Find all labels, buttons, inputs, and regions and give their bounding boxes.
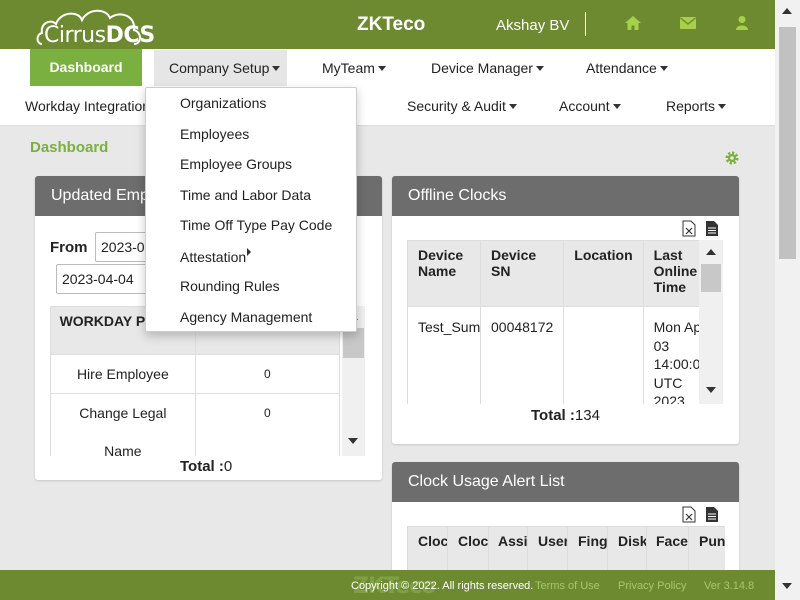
dropdown-item-rounding-rules[interactable]: Rounding Rules [180, 278, 280, 294]
nav-account[interactable]: Account [559, 98, 621, 114]
dropdown-item-time-labor-data[interactable]: Time and Labor Data [180, 187, 311, 203]
total-label: Total : [180, 458, 224, 475]
table-header-device-sn: Device SN [479, 240, 565, 307]
caret-down-icon [659, 66, 668, 71]
dropdown-item-agency-management[interactable]: Agency Management [180, 309, 312, 325]
total-label: Total : [531, 407, 575, 424]
page-scroll-thumb[interactable] [779, 27, 796, 259]
nav-device-manager-label: Device Manager [431, 60, 533, 76]
table-row: Change Legal Name 0 [50, 393, 341, 456]
company-setup-dropdown: Organizations Employees Employee Groups … [145, 87, 357, 332]
table-header-location: Location [563, 240, 644, 307]
nav-account-label: Account [559, 98, 610, 114]
table-cell-count: 0 [194, 393, 341, 456]
table-cell-location [563, 306, 644, 404]
brand-name: ZKTeco [357, 14, 426, 35]
cirrus-dcs-logo[interactable]: CirrusDCS [34, 4, 155, 48]
clock-usage-alert-panel-title: Clock Usage Alert List [392, 462, 739, 502]
table-header-device-name: Device Name [407, 240, 481, 307]
offline-clocks-panel: Offline Clocks Device Name Device SN Loc… [392, 176, 739, 444]
nav-device-manager[interactable]: Device Manager [431, 60, 544, 76]
nav-reports-label: Reports [666, 98, 716, 114]
table-cell-device-sn: 00048172 [479, 306, 565, 404]
nav-security-audit-label: Security & Audit [407, 98, 506, 114]
nav-workday-integration[interactable]: Workday Integration [25, 98, 162, 114]
to-date-input[interactable]: 2023-04-04 [56, 264, 156, 294]
caret-right-icon [247, 248, 252, 256]
dropdown-item-employees[interactable]: Employees [180, 126, 249, 142]
table-cell-type: Change Legal Name [50, 393, 196, 456]
offline-clocks-table: Device Name Device SN Location Last Onli… [407, 240, 699, 404]
nav-reports[interactable]: Reports [666, 98, 727, 114]
user-name[interactable]: Akshay BV [496, 17, 569, 34]
scroll-down-icon[interactable] [348, 438, 358, 444]
page-title: Dashboard [30, 139, 109, 156]
nav-attendance-label: Attendance [586, 60, 657, 76]
scroll-thumb[interactable] [701, 264, 721, 292]
footer-terms-link[interactable]: Terms of Use [535, 580, 600, 592]
nav-security-audit[interactable]: Security & Audit [407, 98, 517, 114]
user-icon[interactable] [734, 15, 754, 33]
document-export-icon[interactable] [705, 220, 719, 237]
nav-myteam[interactable]: MyTeam [322, 60, 386, 76]
scroll-up-icon[interactable] [706, 249, 716, 255]
footer-privacy-link[interactable]: Privacy Policy [618, 580, 686, 592]
caret-down-icon [508, 104, 517, 109]
caret-down-icon [535, 66, 544, 71]
dropdown-item-time-off-pay-code[interactable]: Time Off Type Pay Code [180, 217, 332, 233]
total-value: 134 [574, 407, 600, 424]
table-cell-count: 0 [194, 354, 341, 394]
table-cell-device-name: Test_Sumu [407, 306, 481, 404]
mail-icon[interactable] [679, 15, 699, 33]
caret-down-icon [718, 104, 727, 109]
excel-export-icon[interactable] [682, 506, 696, 523]
dropdown-item-attestation-label: Attestation [180, 249, 247, 265]
nav-myteam-label: MyTeam [322, 60, 375, 76]
nav-company-setup-label: Company Setup [169, 60, 270, 76]
offline-total: Total :134 [531, 407, 600, 424]
main-navigation: Dashboard Company Setup MyTeam Device Ma… [0, 49, 775, 126]
nav-company-setup[interactable]: Company Setup [154, 50, 287, 86]
excel-export-icon[interactable] [682, 220, 696, 237]
caret-down-icon [377, 66, 386, 71]
header-divider [585, 12, 586, 36]
table-cell-type: Hire Employee [50, 354, 196, 394]
table-row: Hire Employee 0 [50, 354, 341, 394]
offline-table-scrollbar[interactable] [699, 240, 723, 404]
logo-text: CirrusDCS [44, 23, 155, 48]
document-export-icon[interactable] [705, 506, 719, 523]
footer: ZKTeco Copyright © 2022. All rights rese… [0, 570, 775, 600]
nav-dashboard[interactable]: Dashboard [30, 49, 142, 86]
table-header-last-online: Last Online Time [642, 240, 699, 307]
dropdown-item-organizations[interactable]: Organizations [180, 95, 266, 111]
table-cell-last-online: Mon Apr 03 14:00:03 UTC 2023 [642, 306, 699, 404]
home-icon[interactable] [624, 15, 644, 33]
page-scrollbar[interactable] [775, 0, 800, 600]
table-row: Test_Sumu 00048172 Mon Apr 03 14:00:03 U… [407, 306, 699, 404]
nav-attendance[interactable]: Attendance [586, 60, 668, 76]
offline-clocks-panel-title: Offline Clocks [392, 176, 739, 216]
caret-down-icon [612, 104, 621, 109]
scroll-down-icon[interactable] [706, 387, 716, 393]
updated-total: Total :0 [180, 458, 232, 475]
offline-clocks-table-wrapper: Device Name Device SN Location Last Onli… [407, 240, 699, 404]
scroll-up-icon[interactable] [782, 8, 792, 14]
total-value: 0 [223, 458, 233, 475]
scroll-down-icon[interactable] [782, 583, 792, 589]
gear-icon[interactable] [724, 150, 740, 166]
nav-workday-integration-label: Workday Integration [25, 98, 151, 114]
top-header: CirrusDCS ZKTeco Akshay BV [0, 0, 775, 49]
footer-copyright: Copyright © 2022. All rights reserved. [351, 580, 534, 592]
from-label: From [50, 239, 88, 256]
footer-version: Ver 3.14.8 [704, 580, 755, 592]
scroll-thumb[interactable] [343, 328, 364, 358]
caret-down-icon [272, 66, 281, 71]
dropdown-item-employee-groups[interactable]: Employee Groups [180, 156, 292, 172]
dropdown-item-attestation[interactable]: Attestation [180, 248, 252, 265]
